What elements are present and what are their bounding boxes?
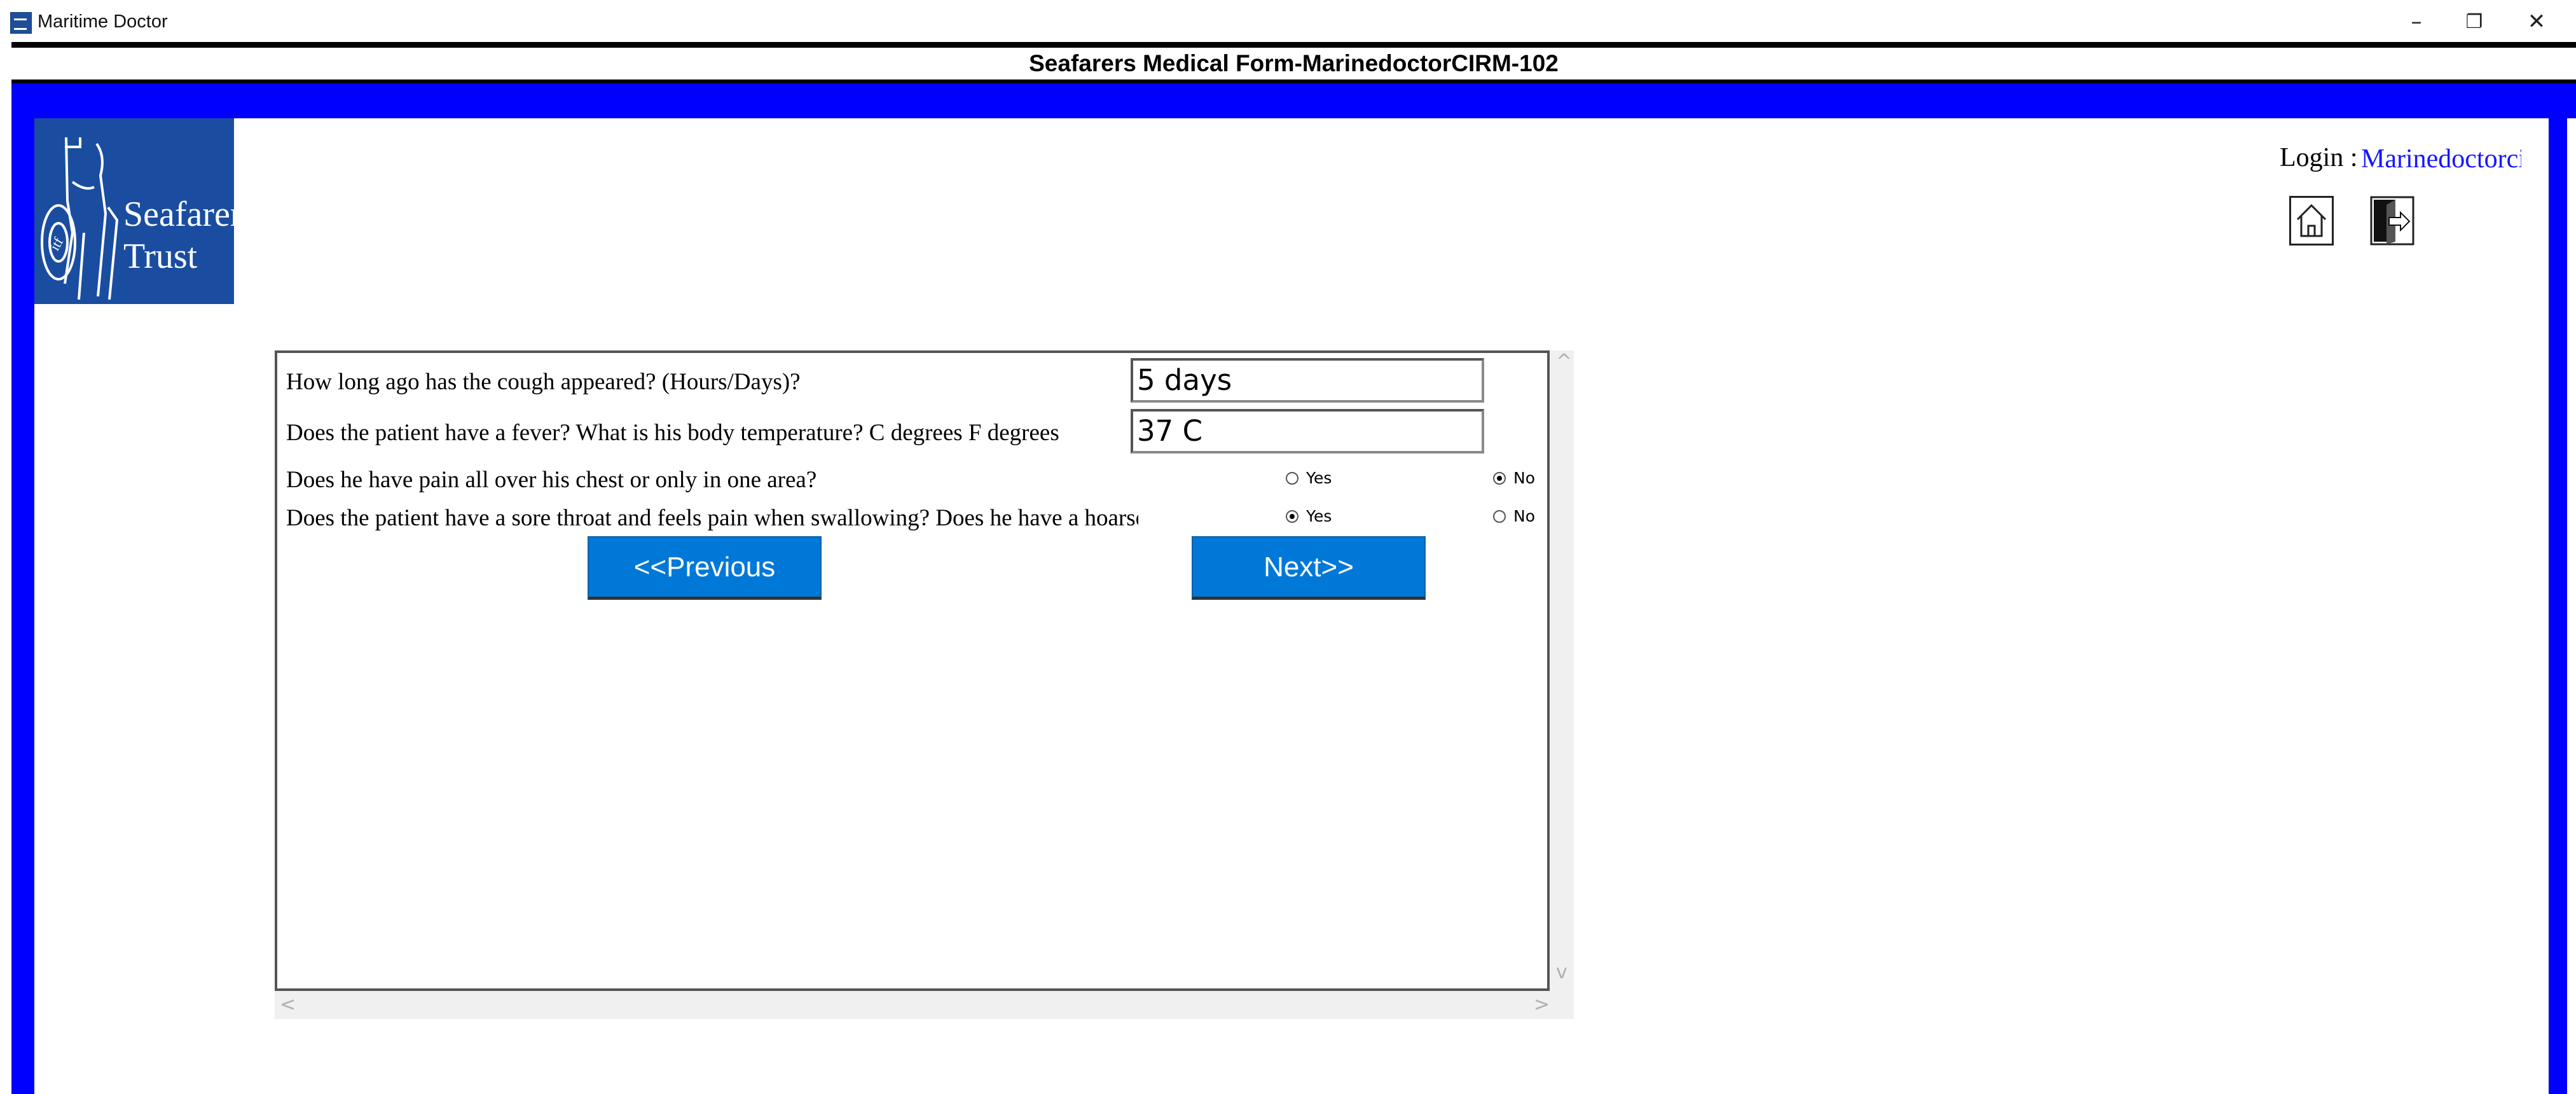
app-icon [10,12,32,34]
vertical-scrollbar[interactable]: ^ v [1550,350,1574,991]
sore-throat-yes-radio[interactable]: Yes [1286,507,1332,525]
right-blue-border [2549,118,2567,1094]
radio-checked-icon [1493,471,1506,485]
question-fever: Does the patient have a fever? What is h… [286,420,1059,446]
question-cough-duration: How long ago has the cough appeared? (Ho… [286,369,801,395]
next-button[interactable]: Next>> [1192,536,1426,600]
horizontal-scrollbar[interactable]: < > [275,991,1574,1019]
window-titlebar: Maritime Doctor – ❐ ✕ [0,0,2576,43]
chest-pain-no-radio[interactable]: No [1493,469,1535,487]
radio-unchecked-icon [1286,471,1298,485]
seafarers-trust-logo: itf Seafarers' Trust [34,118,234,304]
left-blue-border [11,118,34,1094]
previous-button[interactable]: <<Previous [588,536,822,600]
close-button[interactable]: ✕ [2508,4,2565,39]
logo-text: Seafarers' Trust [123,193,234,277]
radio-checked-icon [1286,509,1298,523]
login-username: Marinedoctorcirm [2361,144,2521,174]
radio-label: Yes [1306,507,1332,525]
form-title: Seafarers Medical Form-MarinedoctorCIRM-… [11,48,2576,80]
chest-pain-yes-radio[interactable]: Yes [1286,469,1332,487]
questions-panel: How long ago has the cough appeared? (Ho… [275,350,1550,991]
scroll-left-arrow-icon[interactable]: < [280,994,296,1016]
radio-label: No [1513,469,1535,487]
radio-label: Yes [1306,469,1332,487]
question-chest-pain: Does he have pain all over his chest or … [286,467,817,493]
header-top-border [11,42,2576,48]
logout-button[interactable] [2370,196,2414,246]
logo-line-2: Trust [123,237,198,276]
cough-duration-input[interactable]: 5 days [1131,358,1484,403]
minimize-button[interactable]: – [2388,4,2445,39]
logo-line-1: Seafarers' [123,195,234,234]
scroll-up-arrow-icon[interactable]: ^ [1556,350,1572,373]
temperature-input[interactable]: 37 C [1131,409,1484,454]
radio-unchecked-icon [1493,509,1506,523]
app-title: Maritime Doctor [38,11,168,32]
home-icon [2296,204,2327,237]
top-blue-band [11,83,2576,118]
restore-button[interactable]: ❐ [2446,4,2503,39]
scroll-down-arrow-icon[interactable]: v [1556,961,1567,983]
home-button[interactable] [2289,196,2334,246]
login-label: Login : [2280,143,2358,172]
sore-throat-no-radio[interactable]: No [1493,507,1535,525]
logout-icon [2370,196,2414,246]
question-sore-throat: Does the patient have a sore throat and … [286,505,1138,531]
radio-label: No [1513,507,1535,525]
right-edge [2567,118,2576,1094]
scroll-right-arrow-icon[interactable]: > [1534,994,1550,1016]
